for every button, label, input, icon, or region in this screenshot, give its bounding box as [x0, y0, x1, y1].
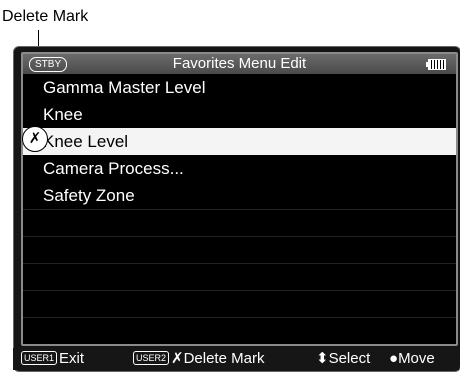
- delete-mark-icon: ✗: [22, 126, 48, 152]
- page-title: Favorites Menu Edit: [172, 55, 307, 72]
- menu-item-empty: [23, 209, 456, 236]
- menu-item-empty: [23, 236, 456, 263]
- menu-item-gamma-master-level[interactable]: Gamma Master Level: [23, 74, 456, 101]
- exit-label: Exit: [59, 350, 85, 367]
- favorites-menu-list: Gamma Master Level Knee Knee Level Camer…: [23, 74, 456, 344]
- delete-mark-label: ✗Delete Mark: [171, 350, 265, 367]
- bottom-guide-bar: USER1 Exit USER2 ✗Delete Mark ⬍Select ●Mov…: [13, 348, 459, 370]
- title-bar: STBY Favorites Menu Edit: [23, 54, 456, 74]
- dot-icon: ●: [389, 350, 399, 367]
- exit-button[interactable]: USER1 Exit: [21, 348, 84, 370]
- menu-item-empty: [23, 263, 456, 290]
- menu-item-empty: [23, 290, 456, 317]
- user1-badge: USER1: [21, 351, 58, 365]
- battery-icon: [426, 59, 446, 70]
- menu-item-camera-process[interactable]: Camera Process...: [23, 155, 456, 182]
- up-down-arrow-icon: ⬍: [316, 350, 329, 367]
- move-label: Move: [398, 350, 435, 367]
- move-control[interactable]: ●Move: [389, 348, 435, 370]
- callout-label: Delete Mark: [2, 8, 89, 25]
- menu-item-empty: [23, 317, 456, 344]
- menu-item-safety-zone[interactable]: Safety Zone: [23, 182, 456, 209]
- menu-screen: STBY Favorites Menu Edit Gamma Master Le…: [21, 52, 458, 346]
- menu-item-knee[interactable]: Knee: [23, 101, 456, 128]
- delete-mark-button[interactable]: USER2 ✗Delete Mark: [133, 348, 264, 370]
- user2-badge: USER2: [133, 351, 170, 365]
- menu-item-knee-level[interactable]: Knee Level: [23, 128, 456, 155]
- select-control[interactable]: ⬍Select: [316, 348, 370, 370]
- select-label: Select: [328, 350, 371, 367]
